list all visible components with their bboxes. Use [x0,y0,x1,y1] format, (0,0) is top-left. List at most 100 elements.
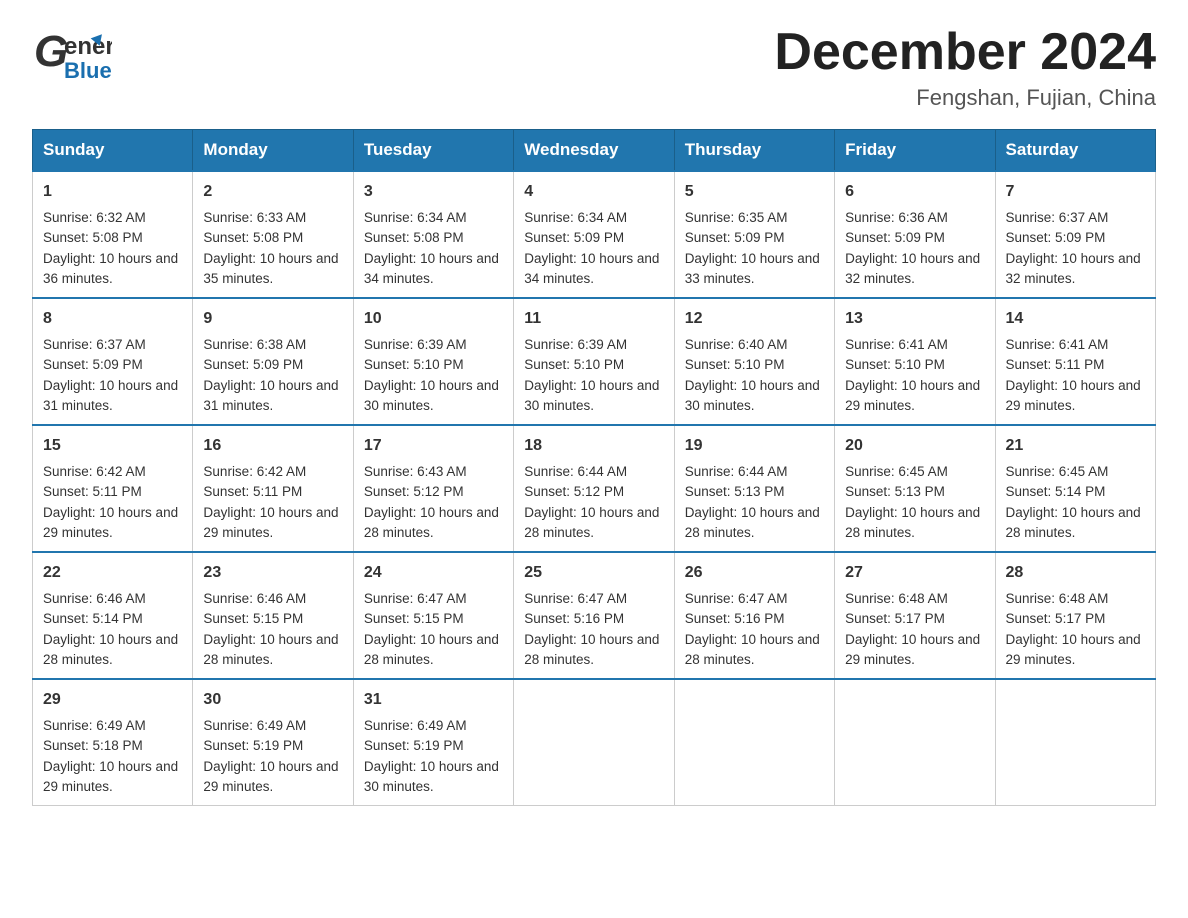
daylight-text: Daylight: 10 hours and 29 minutes. [1006,378,1141,413]
daylight-text: Daylight: 10 hours and 29 minutes. [845,632,980,667]
sunset-text: Sunset: 5:11 PM [1006,357,1105,372]
day-number: 16 [203,434,342,458]
sunrise-text: Sunrise: 6:43 AM [364,464,467,479]
daylight-text: Daylight: 10 hours and 28 minutes. [685,632,820,667]
sunset-text: Sunset: 5:18 PM [43,738,143,753]
sunrise-text: Sunrise: 6:32 AM [43,210,146,225]
daylight-text: Daylight: 10 hours and 28 minutes. [524,505,659,540]
col-header-friday: Friday [835,130,995,172]
calendar-day-30: 30 Sunrise: 6:49 AM Sunset: 5:19 PM Dayligh… [193,679,353,806]
calendar-day-17: 17 Sunrise: 6:43 AM Sunset: 5:12 PM Dayligh… [353,425,513,552]
day-number: 20 [845,434,984,458]
calendar-week-3: 15 Sunrise: 6:42 AM Sunset: 5:11 PM Dayligh… [33,425,1156,552]
daylight-text: Daylight: 10 hours and 28 minutes. [43,632,178,667]
day-number: 27 [845,561,984,585]
day-number: 7 [1006,180,1145,204]
sunset-text: Sunset: 5:09 PM [203,357,303,372]
sunrise-text: Sunrise: 6:39 AM [524,337,627,352]
sunset-text: Sunset: 5:16 PM [685,611,785,626]
daylight-text: Daylight: 10 hours and 34 minutes. [364,251,499,286]
calendar-day-12: 12Sunrise: 6:40 AMSunset: 5:10 PMDayligh… [674,298,834,425]
sunset-text: Sunset: 5:10 PM [685,357,785,372]
sunrise-text: Sunrise: 6:35 AM [685,210,788,225]
sunset-text: Sunset: 5:15 PM [203,611,303,626]
daylight-text: Daylight: 10 hours and 29 minutes. [1006,632,1141,667]
sunset-text: Sunset: 5:10 PM [524,357,624,372]
daylight-text: Daylight: 10 hours and 29 minutes. [845,378,980,413]
calendar-day-15: 15Sunrise: 6:42 AMSunset: 5:11 PMDayligh… [33,425,193,552]
calendar-day-27: 27Sunrise: 6:48 AMSunset: 5:17 PMDayligh… [835,552,995,679]
day-number: 15 [43,434,182,458]
day-number: 26 [685,561,824,585]
page-subtitle: Fengshan, Fujian, China [774,85,1156,111]
sunset-text: Sunset: 5:08 PM [364,230,464,245]
calendar-day-5: 5Sunrise: 6:35 AMSunset: 5:09 PMDaylight… [674,171,834,298]
calendar-day-19: 19Sunrise: 6:44 AMSunset: 5:13 PMDayligh… [674,425,834,552]
sunrise-text: Sunrise: 6:45 AM [845,464,948,479]
col-header-wednesday: Wednesday [514,130,674,172]
daylight-text: Daylight: 10 hours and 33 minutes. [685,251,820,286]
sunset-text: Sunset: 5:11 PM [43,484,142,499]
sunset-text: Sunset: 5:15 PM [364,611,464,626]
calendar-day-10: 10Sunrise: 6:39 AMSunset: 5:10 PMDayligh… [353,298,513,425]
calendar-day-25: 25Sunrise: 6:47 AMSunset: 5:16 PMDayligh… [514,552,674,679]
col-header-monday: Monday [193,130,353,172]
calendar-day-8: 8Sunrise: 6:37 AMSunset: 5:09 PMDaylight… [33,298,193,425]
sunrise-text: Sunrise: 6:49 AM [203,718,306,733]
daylight-text: Daylight: 10 hours and 28 minutes. [364,505,499,540]
sunset-text: Sunset: 5:09 PM [524,230,624,245]
calendar-day-18: 18Sunrise: 6:44 AMSunset: 5:12 PMDayligh… [514,425,674,552]
sunrise-text: Sunrise: 6:42 AM [203,464,306,479]
col-header-thursday: Thursday [674,130,834,172]
calendar-header-row: SundayMondayTuesdayWednesdayThursdayFrid… [33,130,1156,172]
svg-text:Blue: Blue [64,58,112,83]
col-header-saturday: Saturday [995,130,1155,172]
sunrise-text: Sunrise: 6:46 AM [43,591,146,606]
daylight-text: Daylight: 10 hours and 32 minutes. [845,251,980,286]
sunset-text: Sunset: 5:12 PM [524,484,624,499]
daylight-text: Daylight: 10 hours and 35 minutes. [203,251,338,286]
sunrise-text: Sunrise: 6:40 AM [685,337,788,352]
sunset-text: Sunset: 5:09 PM [685,230,785,245]
sunset-text: Sunset: 5:12 PM [364,484,464,499]
calendar-day-24: 24Sunrise: 6:47 AMSunset: 5:15 PMDayligh… [353,552,513,679]
day-number: 17 [364,434,503,458]
day-number: 28 [1006,561,1145,585]
day-number: 19 [685,434,824,458]
daylight-text: Daylight: 10 hours and 30 minutes. [524,378,659,413]
day-number: 21 [1006,434,1145,458]
daylight-text: Daylight: 10 hours and 29 minutes. [43,759,178,794]
sunrise-text: Sunrise: 6:41 AM [845,337,948,352]
sunrise-text: Sunrise: 6:44 AM [685,464,788,479]
sunrise-text: Sunrise: 6:34 AM [524,210,627,225]
calendar-empty-cell [835,679,995,806]
daylight-text: Daylight: 10 hours and 30 minutes. [364,759,499,794]
day-number: 23 [203,561,342,585]
calendar-empty-cell [995,679,1155,806]
sunrise-text: Sunrise: 6:49 AM [364,718,467,733]
calendar-week-2: 8Sunrise: 6:37 AMSunset: 5:09 PMDaylight… [33,298,1156,425]
sunrise-text: Sunrise: 6:39 AM [364,337,467,352]
day-number: 31 [364,688,503,712]
daylight-text: Daylight: 10 hours and 28 minutes. [524,632,659,667]
daylight-text: Daylight: 10 hours and 29 minutes. [203,759,338,794]
sunset-text: Sunset: 5:19 PM [203,738,303,753]
daylight-text: Daylight: 10 hours and 28 minutes. [364,632,499,667]
page-header: G eneral Blue December 2024 Fengshan, Fu… [32,24,1156,111]
daylight-text: Daylight: 10 hours and 32 minutes. [1006,251,1141,286]
sunrise-text: Sunrise: 6:42 AM [43,464,146,479]
day-number: 30 [203,688,342,712]
calendar-day-4: 4Sunrise: 6:34 AMSunset: 5:09 PMDaylight… [514,171,674,298]
calendar-week-4: 22Sunrise: 6:46 AMSunset: 5:14 PMDayligh… [33,552,1156,679]
sunset-text: Sunset: 5:13 PM [685,484,785,499]
sunset-text: Sunset: 5:13 PM [845,484,945,499]
calendar-day-26: 26Sunrise: 6:47 AMSunset: 5:16 PMDayligh… [674,552,834,679]
calendar-table: SundayMondayTuesdayWednesdayThursdayFrid… [32,129,1156,806]
day-number: 29 [43,688,182,712]
calendar-day-22: 22Sunrise: 6:46 AMSunset: 5:14 PMDayligh… [33,552,193,679]
logo-icon: G eneral Blue [32,24,112,84]
svg-text:eneral: eneral [64,33,112,60]
calendar-day-20: 20Sunrise: 6:45 AMSunset: 5:13 PMDayligh… [835,425,995,552]
sunset-text: Sunset: 5:08 PM [43,230,143,245]
daylight-text: Daylight: 10 hours and 28 minutes. [1006,505,1141,540]
